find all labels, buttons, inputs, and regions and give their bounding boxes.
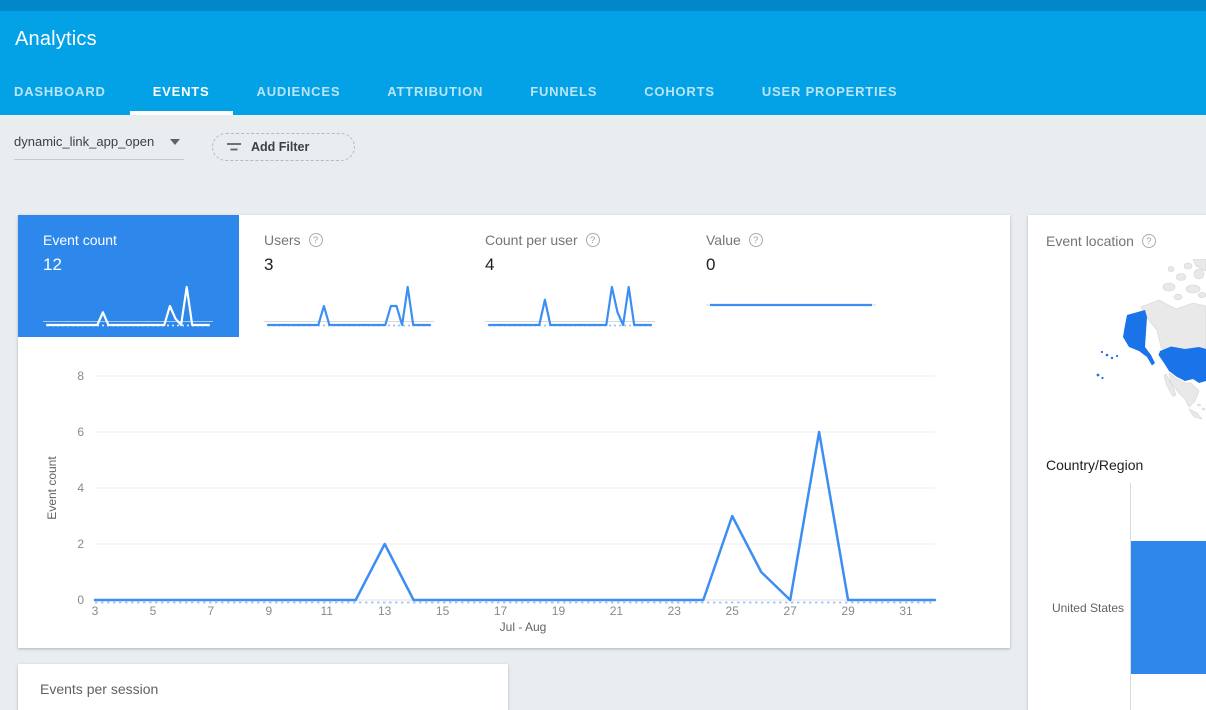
metric-value: 4 [485, 255, 681, 275]
svg-text:5: 5 [150, 604, 157, 618]
svg-text:0: 0 [77, 593, 84, 607]
tab-cohorts[interactable]: COHORTS [644, 84, 715, 115]
metric-label: Count per user [485, 232, 578, 248]
chevron-down-icon [170, 139, 180, 145]
tab-attribution[interactable]: ATTRIBUTION [387, 84, 483, 115]
svg-text:27: 27 [783, 604, 797, 618]
metric-tab-count-per-user[interactable]: Count per user? 4 [460, 215, 681, 337]
metric-label: Event count [43, 232, 117, 248]
svg-text:21: 21 [610, 604, 624, 618]
svg-text:11: 11 [320, 604, 333, 618]
tab-audiences[interactable]: AUDIENCES [257, 84, 341, 115]
plus-icon [323, 140, 341, 155]
metric-tab-users[interactable]: Users? 3 [239, 215, 460, 337]
svg-text:17: 17 [494, 604, 508, 618]
country-region-header: Country/Region [1046, 457, 1143, 473]
help-icon[interactable]: ? [586, 233, 600, 247]
app-header: Analytics DASHBOARD EVENTS AUDIENCES ATTRIB… [0, 11, 1206, 115]
add-filter-label: Add Filter [251, 140, 309, 154]
country-bar-united-states[interactable] [1131, 541, 1206, 674]
svg-text:2: 2 [77, 537, 84, 551]
svg-text:23: 23 [668, 604, 682, 618]
chart-x-axis-label: Jul - Aug [500, 620, 547, 634]
event-location-card: Event location ? [1028, 215, 1206, 710]
svg-text:7: 7 [208, 604, 215, 618]
svg-text:19: 19 [552, 604, 566, 618]
event-location-title: Event location [1046, 233, 1134, 249]
country-label: United States [1028, 601, 1124, 615]
tab-dashboard[interactable]: DASHBOARD [14, 84, 106, 115]
svg-text:6: 6 [77, 425, 84, 439]
svg-text:9: 9 [265, 604, 272, 618]
events-per-session-card: Events per session [18, 664, 508, 710]
tab-user-properties[interactable]: USER PROPERTIES [762, 84, 898, 115]
header-top-strip [0, 0, 1206, 11]
svg-text:29: 29 [841, 604, 855, 618]
metric-label: Users [264, 232, 301, 248]
sparkline-users [264, 279, 434, 331]
metric-value: 0 [706, 255, 902, 275]
event-selector-value: dynamic_link_app_open [14, 134, 154, 149]
svg-text:15: 15 [436, 604, 450, 618]
svg-text:13: 13 [378, 604, 392, 618]
help-icon[interactable]: ? [749, 233, 763, 247]
svg-text:8: 8 [77, 369, 84, 383]
help-icon[interactable]: ? [309, 233, 323, 247]
events-per-session-title: Events per session [40, 681, 158, 697]
event-detail-card: Event count12Users?3Count per user?4Valu… [18, 215, 1010, 648]
metric-tab-value[interactable]: Value? 0 [681, 215, 902, 337]
metric-label: Value [706, 232, 741, 248]
filter-icon [226, 141, 242, 153]
add-filter-button[interactable]: Add Filter [212, 133, 355, 161]
metric-value: 12 [43, 255, 239, 275]
chart-y-axis-label: Event count [45, 456, 59, 520]
nav-tabs: DASHBOARD EVENTS AUDIENCES ATTRIBUTION FUNNE… [14, 84, 897, 115]
world-map [1081, 259, 1206, 444]
metric-tab-event-count[interactable]: Event count 12 [18, 215, 239, 337]
metric-tab-strip: Event count12Users?3Count per user?4Valu… [18, 215, 902, 337]
event-selector-dropdown[interactable]: dynamic_link_app_open [14, 134, 184, 160]
svg-text:3: 3 [92, 604, 99, 618]
svg-text:25: 25 [726, 604, 740, 618]
app-title: Analytics [15, 28, 97, 51]
tab-funnels[interactable]: FUNNELS [530, 84, 597, 115]
svg-text:4: 4 [77, 481, 84, 495]
sparkline-event-count [43, 279, 213, 331]
sparkline-count-per-user [485, 279, 655, 331]
tab-events[interactable]: EVENTS [153, 84, 210, 115]
svg-text:31: 31 [899, 604, 913, 618]
help-icon[interactable]: ? [1142, 234, 1156, 248]
metric-value: 3 [264, 255, 460, 275]
sparkline-value [706, 279, 876, 331]
